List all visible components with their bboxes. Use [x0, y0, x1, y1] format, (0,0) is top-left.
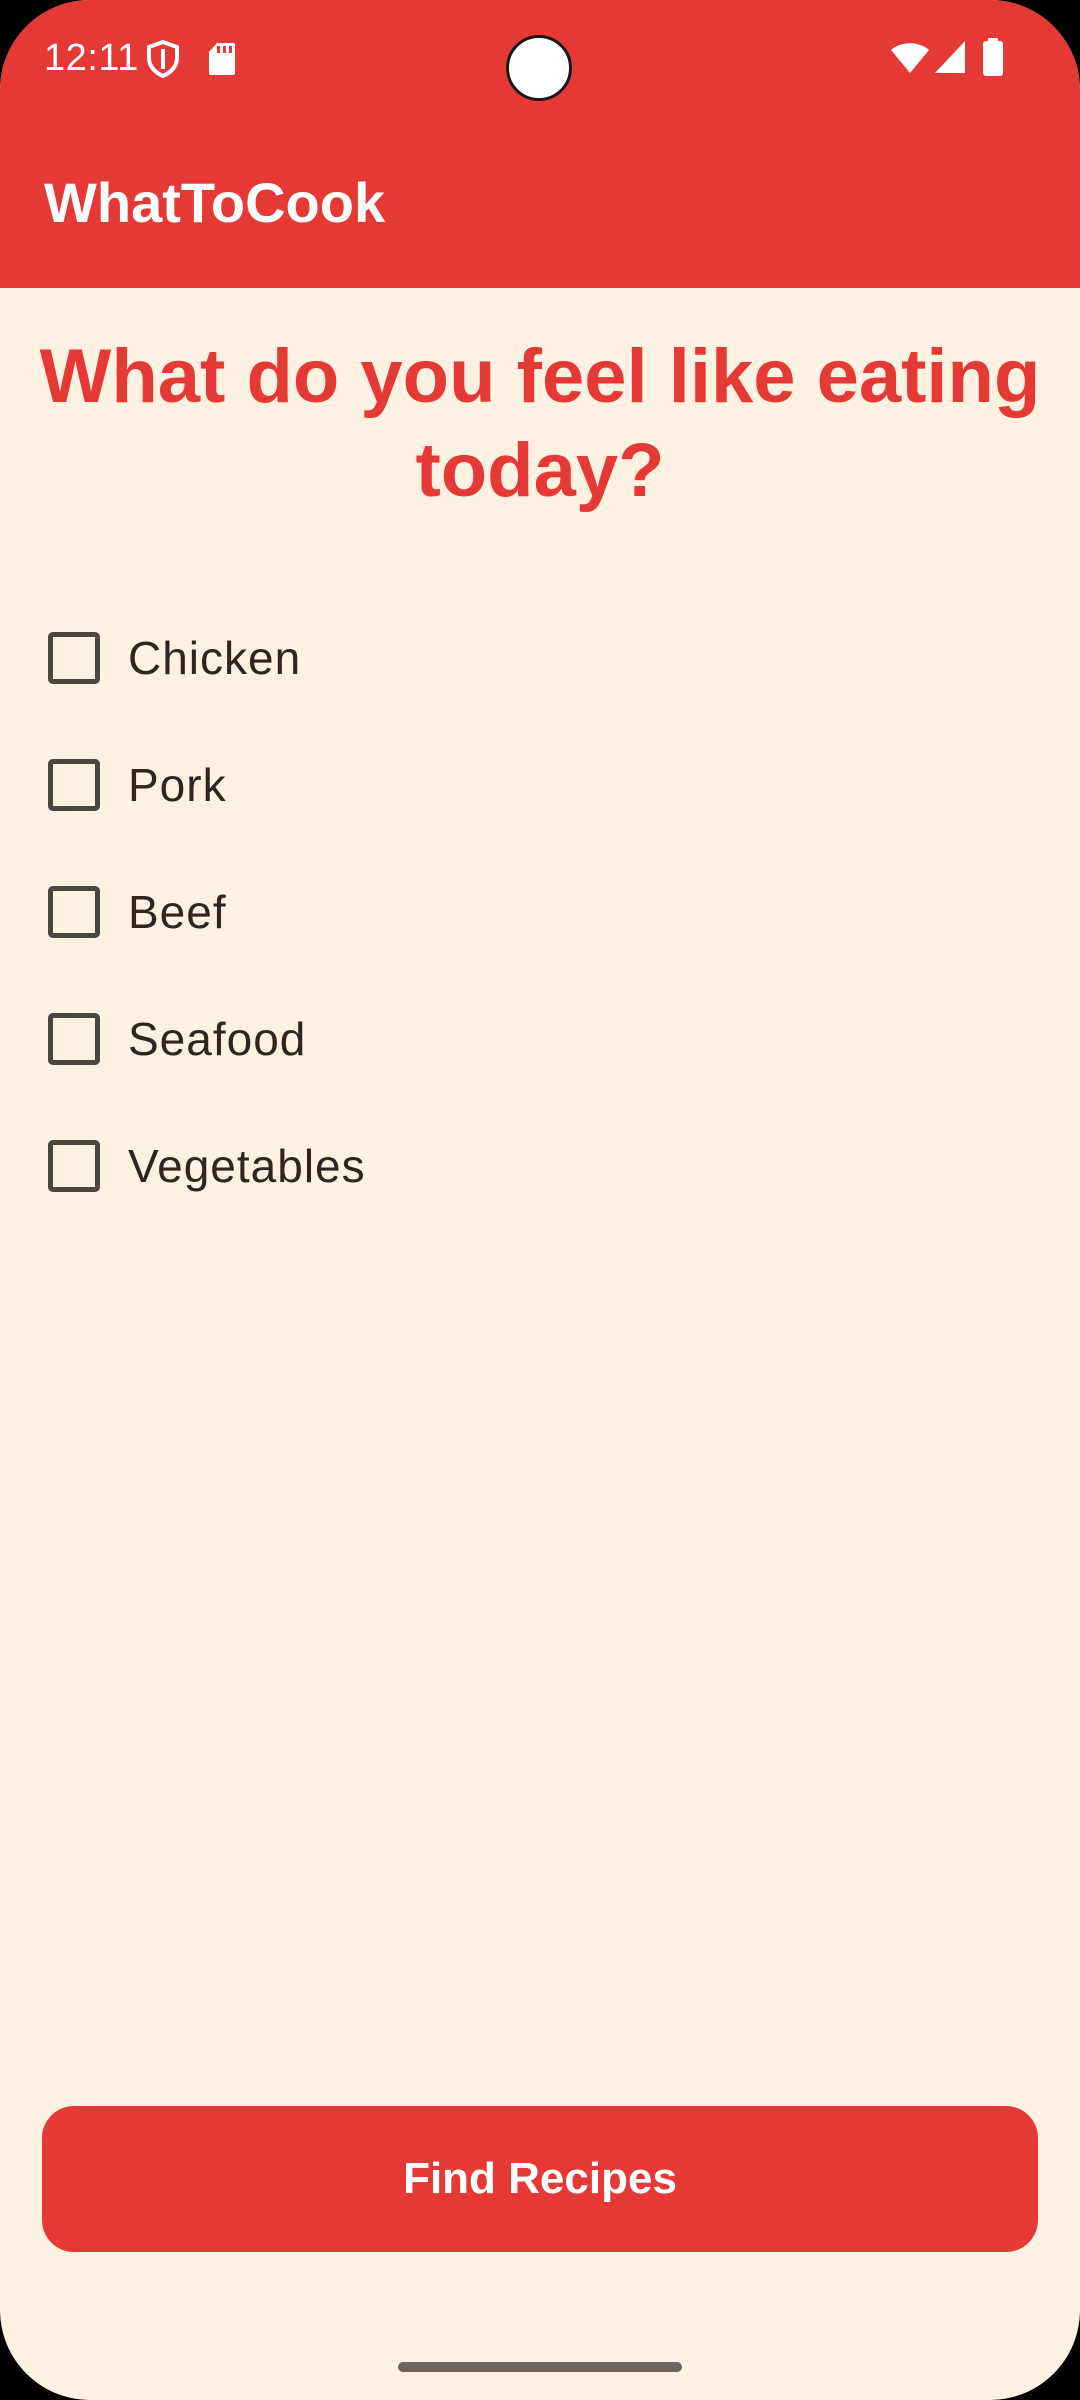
shield-icon [147, 40, 179, 78]
status-time: 12:11 [44, 37, 139, 79]
option-beef[interactable]: Beef [30, 848, 730, 975]
page-heading: What do you feel like eating today? [39, 334, 1041, 513]
battery-icon [983, 38, 1003, 76]
option-vegetables[interactable]: Vegetables [30, 1102, 730, 1229]
checkbox[interactable] [48, 885, 100, 938]
cell-signal-icon [935, 41, 965, 73]
checkbox[interactable] [48, 1012, 100, 1065]
find-recipes-button[interactable]: Find Recipes [42, 2106, 1038, 2252]
checkbox[interactable] [48, 758, 100, 811]
phone-screen: 12:11 WhatToCook What do you feel like e… [0, 0, 1080, 2400]
option-label: Pork [128, 758, 227, 811]
camera-cutout [506, 35, 572, 101]
checkbox[interactable] [48, 631, 100, 684]
option-chicken[interactable]: Chicken [30, 594, 730, 721]
app-title: WhatToCook [44, 171, 386, 234]
status-bar: 12:11 [0, 0, 1080, 120]
app-bar: WhatToCook [0, 120, 1080, 288]
option-label: Chicken [128, 631, 302, 684]
option-label: Beef [128, 885, 227, 938]
option-pork[interactable]: Pork [30, 721, 730, 848]
wifi-icon [891, 43, 929, 73]
sd-card-icon [209, 43, 235, 75]
checkbox[interactable] [48, 1139, 100, 1192]
home-indicator[interactable] [398, 2362, 682, 2372]
option-label: Seafood [128, 1012, 307, 1065]
option-seafood[interactable]: Seafood [30, 975, 730, 1102]
option-label: Vegetables [128, 1139, 366, 1192]
